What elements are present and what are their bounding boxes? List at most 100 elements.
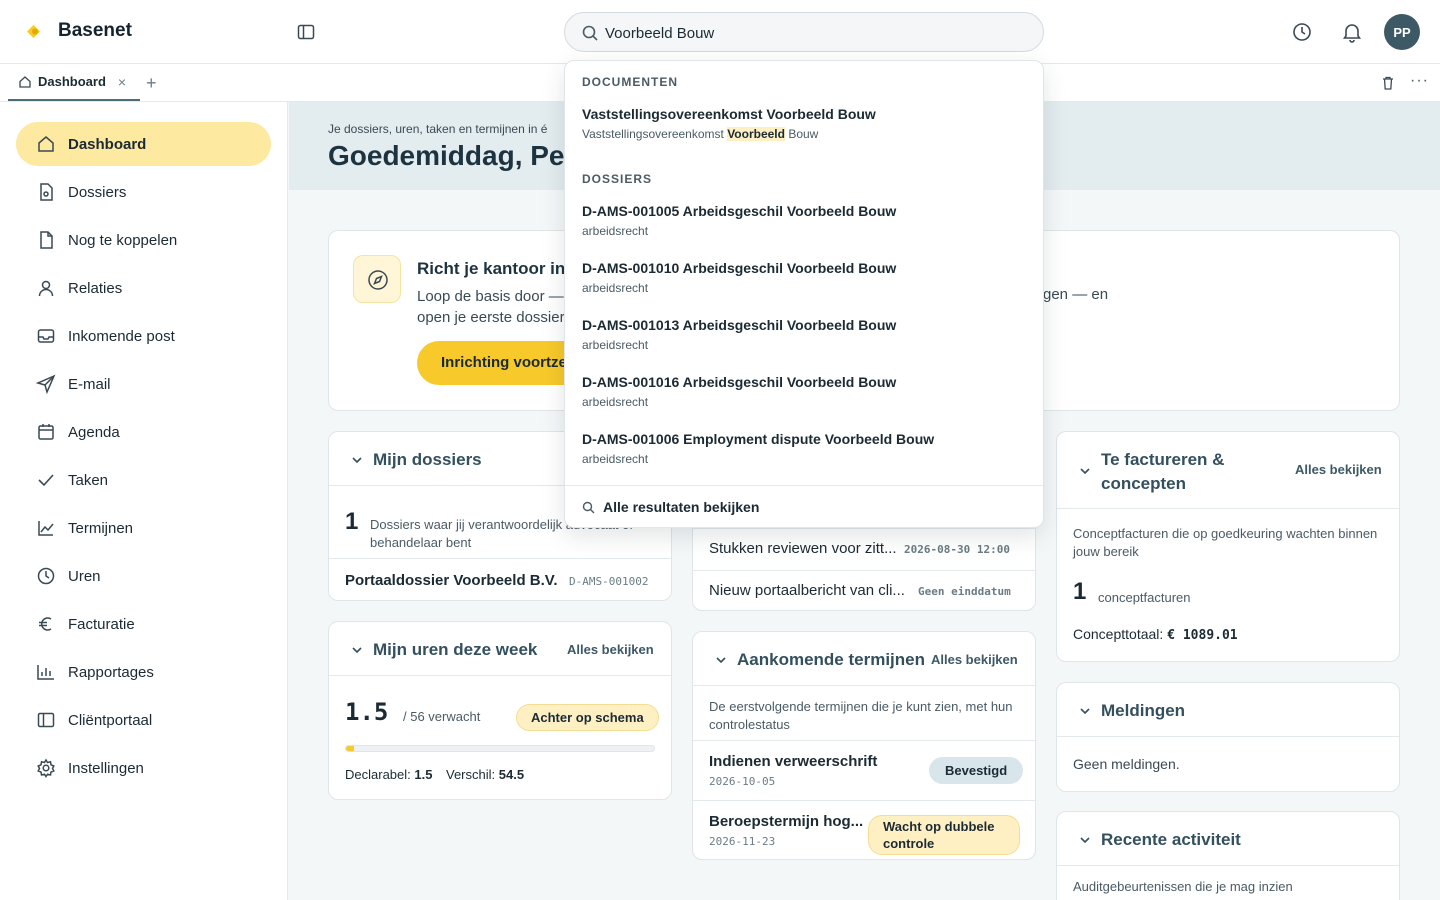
- user-avatar[interactable]: PP: [1384, 14, 1420, 50]
- chevron-down-icon[interactable]: [1079, 705, 1091, 717]
- hours-progress-bar: [345, 745, 655, 752]
- chart-line-icon: [38, 521, 54, 536]
- search-result-dossier[interactable]: D-AMS-001016 Arbeidsgeschil Voorbeeld Bo…: [565, 374, 1043, 428]
- home-icon: [19, 75, 31, 88]
- add-tab-button[interactable]: +: [146, 73, 157, 94]
- sidebar-item-e-mail[interactable]: E-mail: [16, 362, 271, 406]
- chevron-down-icon[interactable]: [1079, 465, 1091, 477]
- clock-icon: [37, 567, 55, 585]
- result-title: D-AMS-001006 Employment dispute Voorbeel…: [582, 431, 935, 447]
- task-name[interactable]: Stukken reviewen voor zitt...: [709, 540, 897, 557]
- trash-icon[interactable]: [1380, 75, 1396, 91]
- declarable-value: 1.5: [414, 767, 433, 782]
- sidebar-item-label: Uren: [68, 568, 101, 585]
- result-subtitle: arbeidsrecht: [582, 452, 649, 466]
- sidebar-item-dossiers[interactable]: Dossiers: [16, 170, 271, 214]
- card-title: Mijn uren deze week: [373, 640, 538, 659]
- sidebar-item-instellingen[interactable]: Instellingen: [16, 746, 271, 790]
- tab-dashboard[interactable]: Dashboard ×: [8, 64, 140, 101]
- divider: [693, 800, 1035, 801]
- dossier-count: 1: [345, 508, 359, 535]
- sidebar-item-inkomende-post[interactable]: Inkomende post: [16, 314, 271, 358]
- sidebar-item-relaties[interactable]: Relaties: [16, 266, 271, 310]
- search-result-dossier[interactable]: D-AMS-001006 Employment dispute Voorbeel…: [565, 431, 1043, 485]
- hours-expected: / 56 verwacht: [403, 709, 481, 724]
- bar-chart-icon: [37, 665, 54, 680]
- check-icon: [38, 474, 54, 487]
- sidebar-item-label: Nog te koppelen: [68, 232, 178, 249]
- chevron-down-icon[interactable]: [715, 654, 727, 666]
- search-result-dossier[interactable]: D-AMS-001005 Arbeidsgeschil Voorbeeld Bo…: [565, 203, 1043, 257]
- result-subtitle: arbeidsrecht: [582, 338, 649, 352]
- section-label-dossiers: DOSSIERS: [582, 172, 653, 186]
- status-badge: Achter op schema: [516, 704, 659, 731]
- progress-fill: [346, 746, 355, 751]
- declarable-label: Declarabel:: [345, 767, 411, 782]
- task-name[interactable]: Nieuw portaalbericht van cli...: [709, 582, 905, 599]
- sidebar-item-nog-te-koppelen[interactable]: Nog te koppelen: [16, 218, 271, 262]
- sidebar-item-label: Dossiers: [68, 184, 127, 201]
- card-header: Mijn uren deze week Alles bekijken: [329, 622, 671, 676]
- sidebar-item-taken[interactable]: Taken: [16, 458, 271, 502]
- card-title: Meldingen: [1101, 701, 1186, 720]
- sidebar-item-rapportages[interactable]: Rapportages: [16, 650, 271, 694]
- compass-icon: [368, 270, 388, 290]
- concept-total-value: € 1089.01: [1167, 628, 1238, 643]
- setup-text-right: gen — en: [1043, 286, 1109, 303]
- top-bar: Basenet PP: [0, 0, 1440, 64]
- divider: [693, 740, 1035, 741]
- divider: [693, 528, 1035, 529]
- result-subtitle: arbeidsrecht: [582, 224, 649, 238]
- my-hours-card: Mijn uren deze week Alles bekijken 1.5 /…: [328, 621, 672, 800]
- search-icon: [582, 501, 595, 514]
- sidebar-item-label: Relaties: [68, 280, 123, 297]
- view-all-link[interactable]: Alles bekijken: [1295, 462, 1382, 477]
- global-search[interactable]: [564, 12, 1044, 52]
- view-all-results-button[interactable]: Alle resultaten bekijken: [565, 485, 1043, 528]
- result-subtitle-text: Bouw: [784, 127, 819, 141]
- history-icon[interactable]: [1291, 21, 1313, 43]
- dossier-row-name[interactable]: Portaaldossier Voorbeeld B.V.: [345, 572, 558, 589]
- card-title: Te factureren & concepten: [1101, 450, 1225, 493]
- view-all-link[interactable]: Alles bekijken: [931, 652, 1018, 667]
- logo-icon: [27, 25, 40, 38]
- card-title: Mijn dossiers: [373, 450, 482, 469]
- result-subtitle: arbeidsrecht: [582, 281, 649, 295]
- search-result-dossier[interactable]: D-AMS-001013 Arbeidsgeschil Voorbeeld Bo…: [565, 317, 1043, 371]
- result-title: D-AMS-001010 Arbeidsgeschil Voorbeeld Bo…: [582, 260, 897, 276]
- sidebar-item-termijnen[interactable]: Termijnen: [16, 506, 271, 550]
- sidebar-item-uren[interactable]: Uren: [16, 554, 271, 598]
- close-icon[interactable]: ×: [118, 74, 126, 90]
- sidebar-item-facturatie[interactable]: Facturatie: [16, 602, 271, 646]
- divider: [329, 558, 671, 559]
- bell-icon[interactable]: [1341, 21, 1363, 43]
- search-result-dossier[interactable]: D-AMS-001010 Arbeidsgeschil Voorbeeld Bo…: [565, 260, 1043, 314]
- divider: [693, 570, 1035, 571]
- sidebar-item-agenda[interactable]: Agenda: [16, 410, 271, 454]
- invoicing-card: Te factureren & concepten Alles bekijken…: [1056, 431, 1400, 662]
- chevron-down-icon[interactable]: [351, 644, 363, 656]
- sidebar-item-label: E-mail: [68, 376, 111, 393]
- compass-badge: [353, 255, 401, 303]
- sidebar-item-label: Cliëntportaal: [68, 712, 153, 729]
- task-due: 2026-08-30 12:00: [904, 543, 1010, 556]
- sidebar-item-clientportaal[interactable]: Cliëntportaal: [16, 698, 271, 742]
- difference-label: Verschil:: [446, 767, 496, 782]
- deadline-name[interactable]: Beroepstermijn hog...: [709, 813, 863, 830]
- greeting-title: Goedemiddag, Pet: [328, 140, 574, 171]
- chevron-down-icon[interactable]: [1079, 834, 1091, 846]
- view-all-link[interactable]: Alles bekijken: [567, 642, 654, 657]
- search-input[interactable]: [605, 22, 1025, 44]
- euro-icon: [39, 617, 52, 631]
- result-subtitle-text: Vaststellingsovereenkomst: [582, 127, 728, 141]
- sidebar-toggle-icon[interactable]: [296, 22, 316, 42]
- deadline-name[interactable]: Indienen verweerschrift: [709, 753, 877, 770]
- sidebar-item-label: Inkomende post: [68, 328, 175, 345]
- search-result-document[interactable]: Vaststellingsovereenkomst Voorbeeld Bouw…: [565, 106, 1043, 160]
- chevron-down-icon[interactable]: [351, 454, 363, 466]
- activity-description: Auditgebeurtenissen die je mag inzien: [1073, 879, 1293, 894]
- more-options-icon[interactable]: ···: [1410, 72, 1429, 90]
- file-icon: [40, 231, 53, 249]
- dossier-icon: [40, 183, 53, 201]
- sidebar-item-dashboard[interactable]: Dashboard: [16, 122, 271, 166]
